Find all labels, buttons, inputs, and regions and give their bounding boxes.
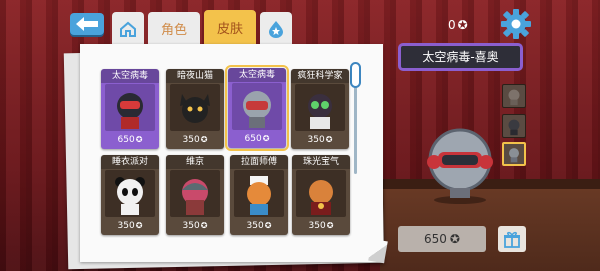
gear-icon[interactable] [500, 8, 532, 40]
gift-button[interactable] [498, 226, 526, 252]
viking-portrait [170, 170, 220, 217]
skin-card[interactable]: 疯狂科学家 350✪ [291, 69, 349, 149]
skin-card-name: 太空病毒 [228, 68, 286, 82]
skin-card-name: 太空病毒 [101, 69, 159, 83]
red-astronaut-robot-portrait [105, 84, 155, 131]
star-drop-icon [269, 20, 283, 38]
skin-card-price: 350✪ [246, 221, 272, 231]
skin-card-name: 珠光宝气 [292, 155, 350, 169]
ramen-chef-dog-portrait [234, 170, 284, 217]
skin-card-selected[interactable]: 太空病毒 650✪ [225, 65, 289, 151]
tab-role[interactable]: 角色 [148, 12, 200, 45]
gem-icon: ✪ [457, 18, 468, 32]
skin-card[interactable]: 拉面师傅 350✪ [230, 155, 288, 235]
skin-card[interactable]: 睡衣派对 350✪ [101, 155, 159, 235]
tab-role-label: 角色 [160, 23, 187, 38]
skin-variant-thumbnail[interactable] [502, 84, 526, 108]
variant-robot-icon [509, 148, 519, 163]
skin-card-price: 350✪ [182, 221, 208, 231]
gem-icon: ✪ [325, 135, 333, 144]
selected-skin-title: 太空病毒-喜奥 [398, 43, 523, 71]
gem-icon: ✪ [449, 232, 460, 246]
buy-price-button[interactable]: 650 ✪ [398, 226, 486, 252]
skin-card-name: 维京 [166, 155, 224, 169]
skin-card-price: 350✪ [307, 135, 333, 145]
skin-card-name: 暗夜山猫 [166, 69, 224, 83]
gem-icon: ✪ [326, 221, 334, 230]
dark-cat-portrait [170, 84, 220, 131]
panda-pajama-portrait [105, 170, 155, 217]
gem-icon: ✪ [135, 135, 143, 144]
scrollbar-thumb[interactable] [350, 62, 361, 88]
character-preview [427, 128, 493, 204]
gem-icon: ✪ [264, 221, 272, 230]
skin-card[interactable]: 维京 350✪ [166, 155, 224, 235]
skin-card-price: 650✪ [117, 135, 143, 145]
skin-card-name: 疯狂科学家 [291, 69, 349, 83]
skin-variant-thumbnail-selected[interactable] [502, 142, 526, 166]
tab-skin[interactable]: 皮肤 [204, 10, 256, 45]
skin-card[interactable]: 珠光宝气 350✪ [292, 155, 350, 235]
gem-icon: ✪ [200, 221, 208, 230]
variant-robot-icon [508, 119, 520, 136]
gem-balance-amount: 0 [448, 18, 456, 32]
skin-card-name: 拉面师傅 [230, 155, 288, 169]
back-button[interactable] [70, 13, 104, 35]
skin-card[interactable]: 太空病毒 650✪ [101, 69, 159, 149]
mad-scientist-portrait [295, 84, 345, 131]
arrow-left-icon [76, 17, 98, 31]
tab-skin-label: 皮肤 [216, 22, 243, 37]
skin-card-name: 睡衣派对 [101, 155, 159, 169]
tab-home[interactable] [112, 12, 144, 45]
jeweled-dog-portrait [296, 170, 346, 217]
skin-card-price: 650✪ [244, 134, 270, 144]
skin-card[interactable]: 暗夜山猫 350✪ [166, 69, 224, 149]
gem-balance: 0 ✪ [448, 16, 468, 34]
silver-helmet-robot-portrait [232, 83, 282, 130]
gem-icon: ✪ [262, 134, 270, 143]
gem-icon: ✪ [135, 221, 143, 230]
gift-icon [504, 231, 520, 248]
skin-card-price: 350✪ [182, 135, 208, 145]
variant-robot-icon [508, 89, 520, 106]
skin-variant-thumbnail[interactable] [502, 114, 526, 138]
buy-price-amount: 650 [424, 232, 447, 246]
home-icon [120, 21, 136, 37]
skin-card-price: 350✪ [117, 221, 143, 231]
tab-special[interactable] [260, 12, 292, 45]
gem-icon: ✪ [200, 135, 208, 144]
skin-card-price: 350✪ [308, 221, 334, 231]
